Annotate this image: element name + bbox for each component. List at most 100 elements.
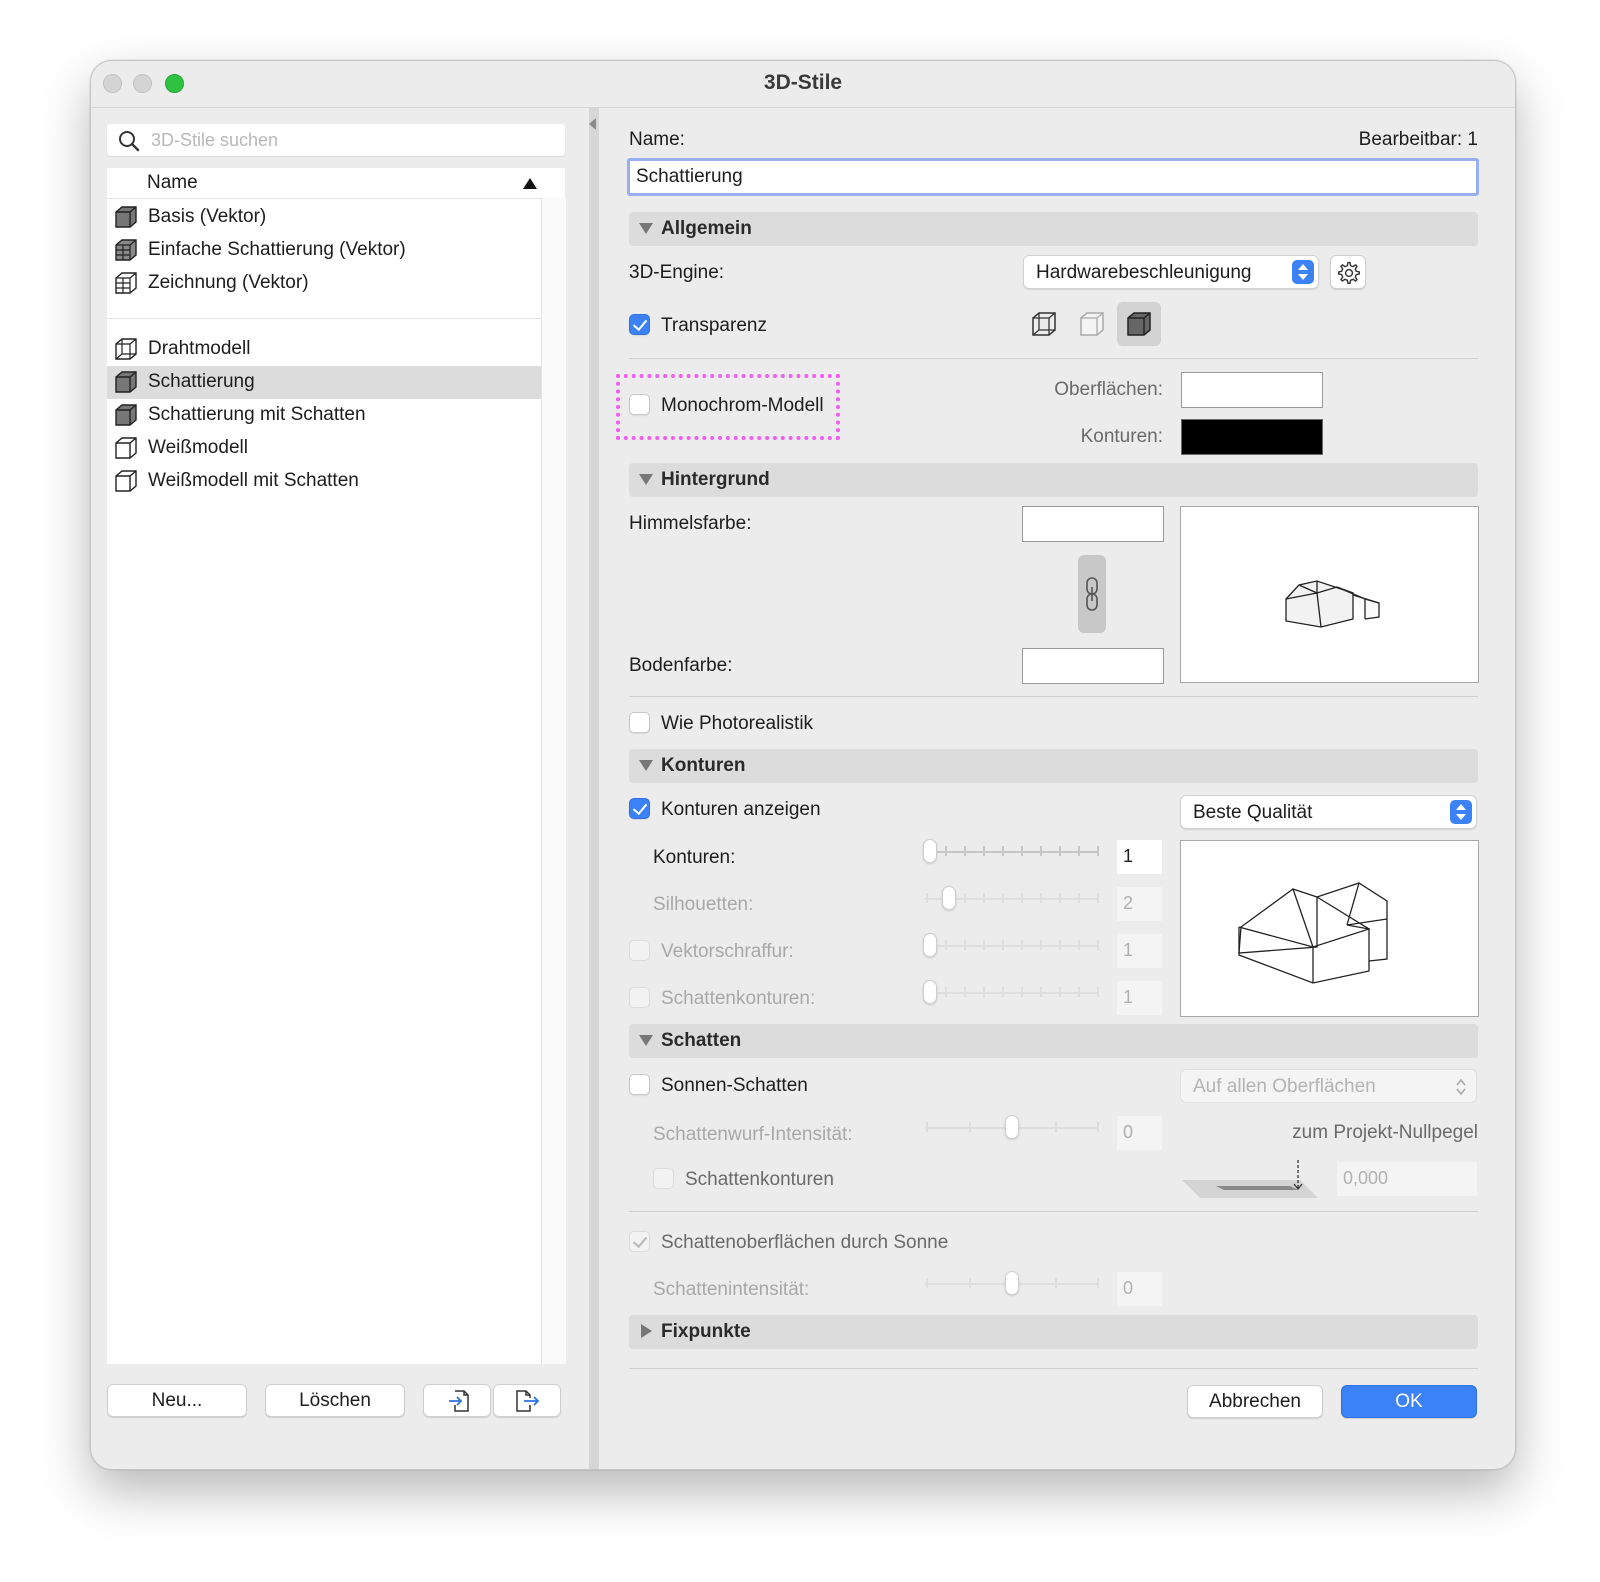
cancel-button[interactable]: Abbrechen xyxy=(1187,1385,1323,1418)
transparency-wireframe-icon[interactable] xyxy=(1029,309,1059,339)
sky-color-swatch[interactable] xyxy=(1022,506,1164,542)
transparency-checkbox[interactable] xyxy=(629,314,650,335)
disclosure-expanded-icon xyxy=(639,223,653,234)
search-placeholder: 3D-Stile suchen xyxy=(151,130,279,150)
white-model-shadow-style-icon xyxy=(115,470,137,492)
chevron-updown-icon xyxy=(1456,1078,1466,1096)
divider xyxy=(629,1368,1478,1369)
list-item-label: Weißmodell mit Schatten xyxy=(148,470,359,491)
shadow-contours-checkbox xyxy=(629,987,650,1008)
section-title: Konturen xyxy=(661,755,746,776)
ok-button[interactable]: OK xyxy=(1341,1385,1477,1418)
vector-style-icon xyxy=(115,206,137,228)
column-header-label: Name xyxy=(147,172,198,193)
section-konturen[interactable]: Konturen xyxy=(629,749,1478,783)
search-field[interactable]: 3D-Stile suchen xyxy=(107,124,565,156)
background-preview xyxy=(1180,506,1479,683)
slider-knob[interactable] xyxy=(923,839,937,863)
monochrome-checkbox[interactable] xyxy=(629,394,650,415)
surfaces-color-swatch[interactable] xyxy=(1181,372,1323,408)
contours-value-input[interactable]: 1 xyxy=(1117,840,1162,874)
shaded-surfaces-checkbox xyxy=(629,1231,650,1252)
list-item-zeichnung-vektor[interactable]: Zeichnung (Vektor) xyxy=(107,267,541,300)
list-item-drahtmodell[interactable]: Drahtmodell xyxy=(107,333,541,366)
cast-intensity-value-input: 0 xyxy=(1117,1116,1162,1150)
divider xyxy=(629,696,1478,697)
engine-popup[interactable]: Hardwarebeschleunigung xyxy=(1023,255,1319,289)
ground-color-swatch[interactable] xyxy=(1022,648,1164,684)
vector-hatch-checkbox xyxy=(629,940,650,961)
transparency-partial-icon[interactable] xyxy=(1077,309,1107,339)
contours-color-swatch[interactable] xyxy=(1181,419,1323,455)
section-title: Fixpunkte xyxy=(661,1321,751,1342)
show-contours-checkbox[interactable] xyxy=(629,798,650,819)
link-colors-button[interactable] xyxy=(1078,555,1106,633)
import-button[interactable] xyxy=(423,1384,491,1417)
contour-quality-popup[interactable]: Beste Qualität xyxy=(1180,795,1477,829)
list-item-einfache-schattierung-vektor[interactable]: Einfache Schattierung (Vektor) xyxy=(107,234,541,267)
section-hintergrund[interactable]: Hintergrund xyxy=(629,463,1478,497)
style-name-input[interactable]: Schattierung xyxy=(627,158,1479,196)
new-style-button[interactable]: Neu... xyxy=(107,1384,247,1417)
show-contours-label: Konturen anzeigen xyxy=(661,799,821,820)
contour-quality-value: Beste Qualität xyxy=(1193,802,1313,823)
transparency-solid-button[interactable] xyxy=(1117,302,1161,346)
cast-intensity-label: Schattenwurf-Intensität: xyxy=(653,1124,853,1145)
gear-icon xyxy=(1338,261,1360,285)
vector-hatch-style-icon xyxy=(115,239,137,261)
transparency-solid-icon xyxy=(1127,312,1151,336)
list-item-basis-vektor[interactable]: Basis (Vektor) xyxy=(107,201,541,234)
list-scrollbar[interactable] xyxy=(541,198,566,1364)
engine-value: Hardwarebeschleunigung xyxy=(1036,262,1252,283)
list-item-schattierung[interactable]: Schattierung xyxy=(107,366,541,399)
list-item-label: Weißmodell xyxy=(148,437,248,458)
slider-knob xyxy=(923,933,937,957)
sun-shadows-checkbox[interactable] xyxy=(629,1074,650,1095)
section-schatten[interactable]: Schatten xyxy=(629,1024,1478,1058)
shadow-contours-value-input: 1 xyxy=(1117,981,1162,1015)
title-bar: 3D-Stile xyxy=(91,61,1515,108)
list-group-separator xyxy=(107,318,541,319)
vector-hatch-value-input: 1 xyxy=(1117,934,1162,968)
shadow-surfaces-popup: Auf allen Oberflächen xyxy=(1180,1069,1477,1103)
divider xyxy=(629,358,1478,359)
list-item-schattierung-mit-schatten[interactable]: Schattierung mit Schatten xyxy=(107,399,541,432)
list-item-weissmodell[interactable]: Weißmodell xyxy=(107,432,541,465)
list-item-label: Basis (Vektor) xyxy=(148,206,267,227)
pane-splitter[interactable] xyxy=(589,108,599,1469)
window-title: 3D-Stile xyxy=(763,71,843,94)
section-allgemein[interactable]: Allgemein xyxy=(629,212,1478,246)
contours-slider[interactable] xyxy=(923,838,1101,868)
silhouettes-value-input: 2 xyxy=(1117,887,1162,921)
section-title: Hintergrund xyxy=(661,469,770,490)
contours-thickness-label: Konturen: xyxy=(653,847,736,868)
import-icon xyxy=(449,1390,469,1412)
list-item-weissmodell-mit-schatten[interactable]: Weißmodell mit Schatten xyxy=(107,465,541,498)
list-item-label: Schattierung xyxy=(148,371,255,392)
slider-knob xyxy=(1005,1115,1019,1139)
contours-preview xyxy=(1180,840,1479,1017)
styles-list: Name Basis (Vektor) Einfache Schattierun… xyxy=(107,168,566,1364)
collapse-pane-icon[interactable] xyxy=(589,118,596,130)
editable-count: Bearbeitbar: 1 xyxy=(1358,129,1478,150)
export-button[interactable] xyxy=(493,1384,561,1417)
delete-style-button[interactable]: Löschen xyxy=(265,1384,405,1417)
shaded-surfaces-label: Schattenoberflächen durch Sonne xyxy=(661,1232,949,1253)
shaded-shadow-style-icon xyxy=(115,404,137,426)
shadow-contours-sub-label: Schattenkonturen xyxy=(685,1169,834,1190)
disclosure-expanded-icon xyxy=(639,474,653,485)
section-fixpunkte[interactable]: Fixpunkte xyxy=(629,1315,1478,1349)
list-item-label: Einfache Schattierung (Vektor) xyxy=(148,239,406,260)
vector-hatch-slider xyxy=(923,932,1101,962)
engine-label: 3D-Engine: xyxy=(629,262,725,283)
photorealistic-checkbox[interactable] xyxy=(629,712,650,733)
shade-intensity-slider xyxy=(925,1270,1101,1300)
section-title: Allgemein xyxy=(661,218,752,239)
list-header-name[interactable]: Name xyxy=(107,168,541,199)
surfaces-color-label: Oberflächen: xyxy=(1054,379,1163,400)
style-list-pane: 3D-Stile suchen Name Basis (Vektor) Einf… xyxy=(91,108,589,1469)
engine-settings-button[interactable] xyxy=(1330,255,1366,289)
transparency-label: Transparenz xyxy=(661,315,767,336)
vector-hatch-label: Vektorschraffur: xyxy=(661,941,794,962)
list-item-label: Drahtmodell xyxy=(148,338,251,359)
